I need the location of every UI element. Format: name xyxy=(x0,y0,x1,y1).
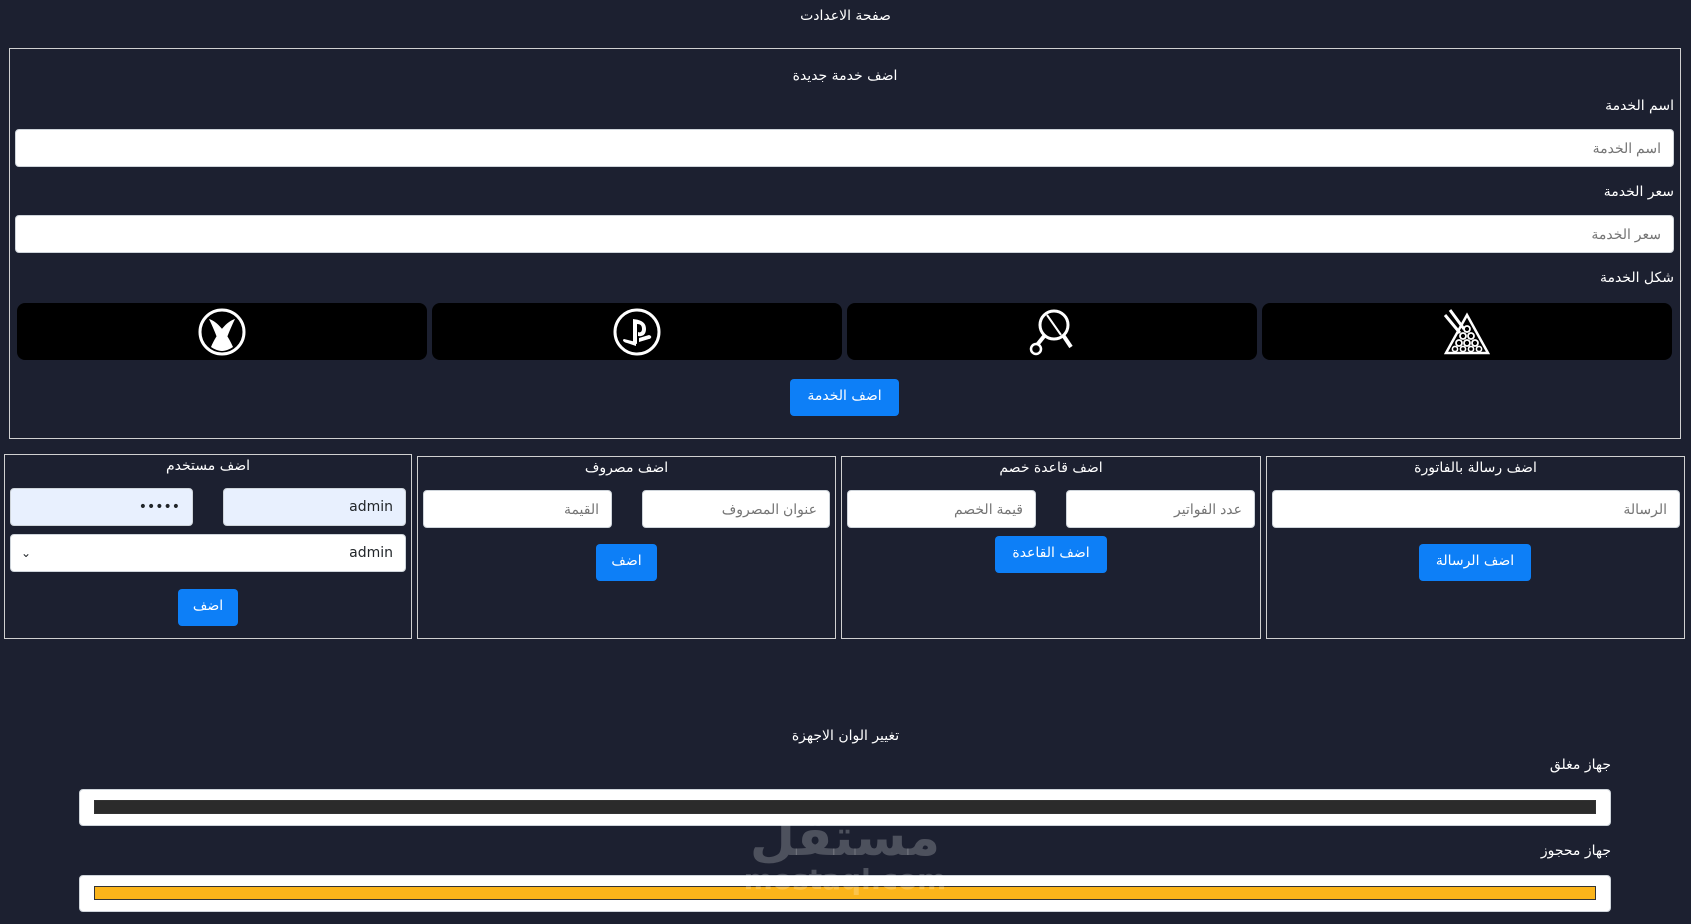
add-message-button[interactable]: اضف الرسالة xyxy=(1419,544,1531,581)
billiards-icon xyxy=(1443,308,1491,354)
shape-option-xbox[interactable] xyxy=(17,303,427,360)
page-title: صفحة الاعدادت xyxy=(800,8,891,24)
discount-rule-title: اضف قاعدة خصم xyxy=(999,460,1103,476)
discount-value-input[interactable] xyxy=(847,490,1036,528)
expense-title: اضف مصروف xyxy=(584,460,669,476)
chevron-down-icon: ⌄ xyxy=(21,546,32,560)
closed-device-color-input[interactable] xyxy=(79,789,1611,826)
invoice-message-title: اضف رسالة بالفاتورة xyxy=(1414,460,1537,476)
service-name-input[interactable] xyxy=(15,129,1674,167)
shape-option-ping-pong[interactable] xyxy=(847,303,1257,360)
password-input[interactable]: ••••• xyxy=(10,488,193,526)
expense-value-input[interactable] xyxy=(423,490,612,528)
ping-pong-icon xyxy=(1029,309,1073,355)
service-name-label: اسم الخدمة xyxy=(1605,98,1674,114)
xbox-icon xyxy=(198,308,246,355)
closed-device-swatch xyxy=(94,800,1596,814)
username-input[interactable]: admin xyxy=(223,488,406,526)
service-price-input[interactable] xyxy=(15,215,1674,253)
service-shape-label: شكل الخدمة xyxy=(1599,270,1674,286)
add-rule-button[interactable]: اضف القاعدة xyxy=(995,536,1107,573)
invoice-message-input[interactable] xyxy=(1272,490,1680,528)
reserved-device-label: جهاز محجوز xyxy=(1540,843,1611,859)
invoices-count-input[interactable] xyxy=(1066,490,1255,528)
user-title: اضف مستخدم xyxy=(166,458,250,474)
shape-option-playstation[interactable] xyxy=(432,303,842,360)
reserved-device-swatch xyxy=(94,886,1596,900)
add-service-button[interactable]: اضف الخدمة xyxy=(790,379,899,416)
expense-title-input[interactable] xyxy=(642,490,830,528)
device-colors-title: تغيير الوان الاجهزة xyxy=(791,728,900,744)
shape-option-billiards[interactable] xyxy=(1262,303,1672,360)
closed-device-label: جهاز مغلق xyxy=(1549,757,1611,773)
service-price-label: سعر الخدمة xyxy=(1603,184,1674,200)
reserved-device-color-input[interactable] xyxy=(79,875,1611,912)
new-service-title: اضف خدمة جديدة xyxy=(792,68,898,84)
add-expense-button[interactable]: اضف xyxy=(596,544,657,581)
role-select-value: admin xyxy=(349,545,393,561)
playstation-icon xyxy=(613,308,661,355)
role-select[interactable]: admin ⌄ xyxy=(10,534,406,572)
add-user-button[interactable]: اضف xyxy=(178,589,238,626)
